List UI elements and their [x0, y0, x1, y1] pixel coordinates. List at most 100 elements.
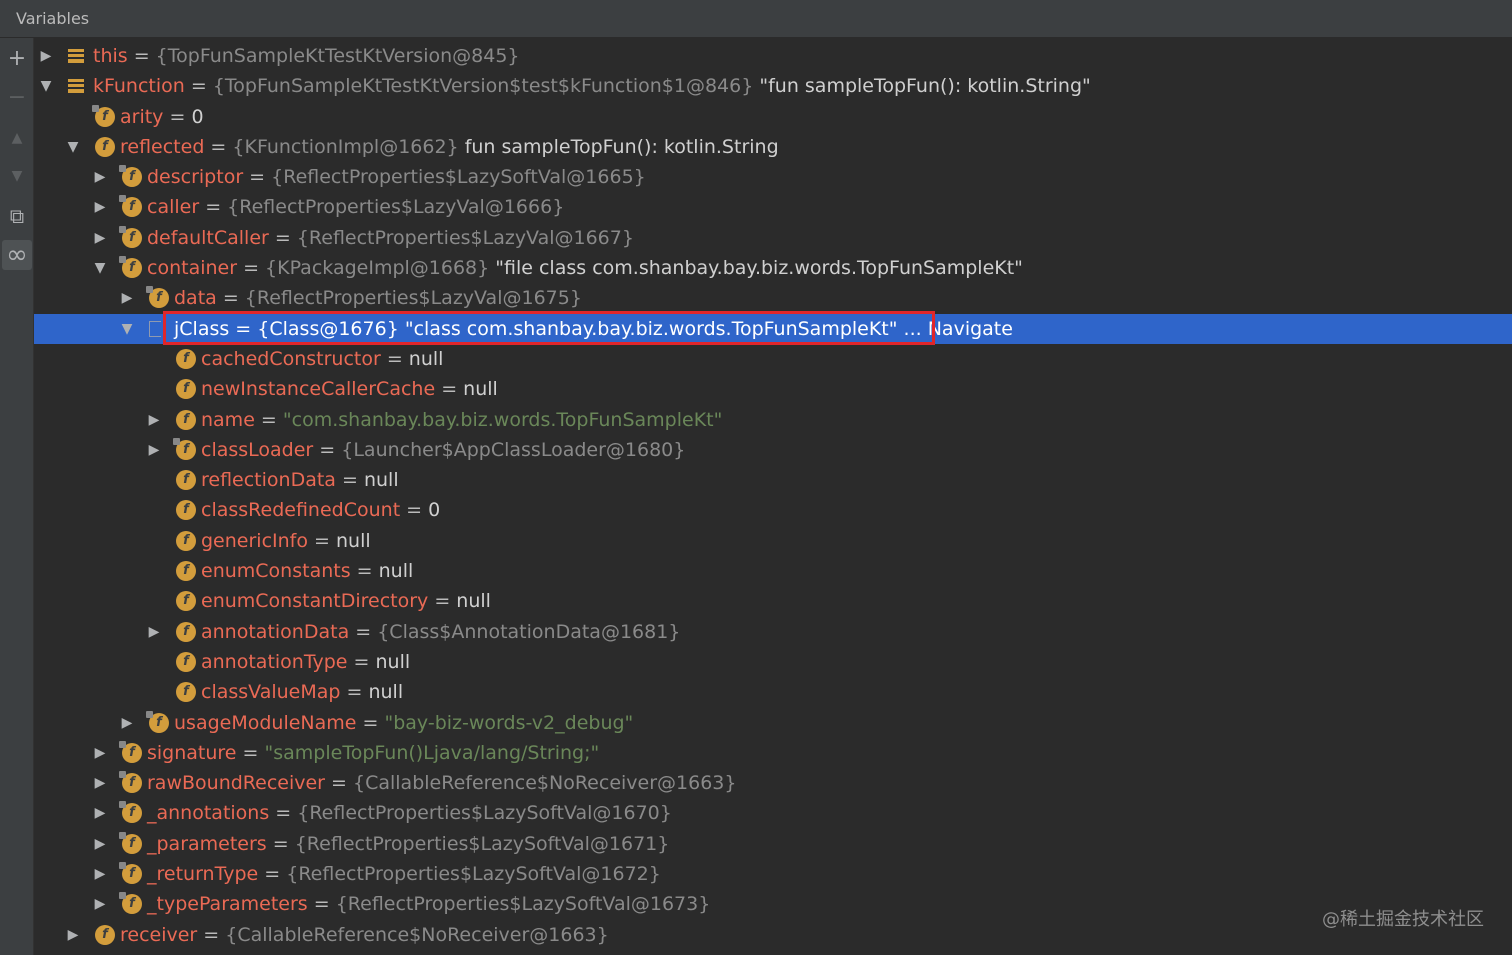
variable-to-string: "fun sampleTopFun(): kotlin.String"	[753, 75, 1091, 98]
equals-sign: =	[347, 650, 376, 673]
tree-row-label: reflected = {KFunctionImpl@1662} fun sam…	[120, 132, 779, 162]
tree-row-caller[interactable]: ▶ f caller = {ReflectProperties$LazyVal@16…	[34, 192, 1512, 222]
variable-name: reflectionData	[201, 469, 336, 492]
arrow-up-icon[interactable]: ▲	[2, 123, 32, 153]
equals-sign: =	[400, 499, 429, 522]
tree-row-signature[interactable]: ▶ f signature = "sampleTopFun()Ljava/lang/…	[34, 738, 1512, 768]
collapsed-arrow-icon[interactable]: ▶	[92, 162, 108, 192]
tree-row-reflectionData[interactable]: f reflectionData = null	[34, 465, 1512, 495]
tree-row-label: cachedConstructor = null	[201, 344, 443, 374]
tree-row-rawBoundReceiver[interactable]: ▶ f rawBoundReceiver = {CallableReference$…	[34, 768, 1512, 798]
field-icon: f	[173, 437, 196, 460]
variable-value: {ReflectProperties$LazySoftVal@1670}	[297, 802, 672, 825]
equals-sign: =	[184, 75, 213, 98]
tree-row-enumConstants[interactable]: f enumConstants = null	[34, 556, 1512, 586]
tree-row-receiver[interactable]: ▶ f receiver = {CallableReference$NoReceiv…	[34, 920, 1512, 950]
tree-row-enumConstantDirectory[interactable]: f enumConstantDirectory = null	[34, 586, 1512, 616]
variable-name: _parameters	[147, 832, 267, 855]
tree-row-defaultCaller[interactable]: ▶ f defaultCaller = {ReflectProperties$Laz…	[34, 223, 1512, 253]
variable-name: container	[147, 257, 238, 280]
collapsed-arrow-icon[interactable]: ▶	[146, 435, 162, 465]
variable-value: {TopFunSampleKtTestKtVersion@845}	[155, 45, 520, 67]
variable-name: enumConstantDirectory	[201, 590, 429, 613]
tree-row-container[interactable]: ▼ f container = {KPackageImpl@1668} "file …	[34, 253, 1512, 283]
tree-row-label: genericInfo = null	[201, 526, 371, 556]
tree-row-parameters[interactable]: ▶ f _parameters = {ReflectProperties$LazyS…	[34, 829, 1512, 859]
tree-row-kFunction[interactable]: ▼ kFunction = {TopFunSampleKtTestKtVersio…	[34, 71, 1512, 101]
field-icon: f	[95, 136, 115, 157]
field-icon: f	[176, 621, 196, 642]
tree-row-newInstanceCallerCache[interactable]: f newInstanceCallerCache = null	[34, 374, 1512, 404]
expanded-arrow-icon[interactable]: ▼	[119, 314, 135, 344]
field-icon: f	[119, 801, 142, 824]
variables-panel-header: Variables	[0, 0, 1512, 38]
minus-icon[interactable]: −	[2, 83, 32, 113]
arrow-down-icon[interactable]: ▼	[2, 161, 32, 191]
collapsed-arrow-icon[interactable]: ▶	[92, 889, 108, 919]
variable-value: null	[463, 378, 498, 401]
field-icon: f	[176, 591, 196, 612]
variable-value: "sampleTopFun()Ljava/lang/String;"	[264, 741, 600, 764]
collapsed-arrow-icon[interactable]: ▶	[119, 708, 135, 738]
field-icon: f	[176, 379, 196, 400]
tree-row-data[interactable]: ▶ f data = {ReflectProperties$LazyVal@1675…	[34, 283, 1512, 313]
equals-sign: =	[254, 408, 283, 431]
tree-row-annotationData[interactable]: ▶ f annotationData = {Class$AnnotationData…	[34, 617, 1512, 647]
glasses-icon[interactable]: ∞	[2, 240, 32, 270]
tree-row-descriptor[interactable]: ▶ f descriptor = {ReflectProperties$LazySo…	[34, 162, 1512, 192]
tree-row-this[interactable]: ▶ this = {TopFunSampleKtTestKtVersion@845…	[34, 41, 1512, 71]
collapsed-arrow-icon[interactable]: ▶	[38, 41, 54, 71]
equals-sign: =	[435, 378, 464, 401]
variable-value: {TopFunSampleKtTestKtVersion$test$kFunct…	[212, 75, 754, 98]
field-icon: f	[176, 470, 196, 491]
tree-row-reflected[interactable]: ▼ f reflected = {KFunctionImpl@1662} fun s…	[34, 132, 1512, 162]
tree-row-arity[interactable]: f arity = 0	[34, 102, 1512, 132]
tree-row-returnType[interactable]: ▶ f _returnType = {ReflectProperties$LazyS…	[34, 859, 1512, 889]
tree-row-name[interactable]: ▶ f name = "com.shanbay.bay.biz.words.TopF…	[34, 405, 1512, 435]
tree-row-cachedConstructor[interactable]: f cachedConstructor = null	[34, 344, 1512, 374]
expanded-arrow-icon[interactable]: ▼	[92, 253, 108, 283]
collapsed-arrow-icon[interactable]: ▶	[92, 798, 108, 828]
copy-icon[interactable]: ⧉	[2, 201, 32, 231]
collapsed-arrow-icon[interactable]: ▶	[119, 283, 135, 313]
collapsed-arrow-icon[interactable]: ▶	[92, 192, 108, 222]
variable-icon	[68, 49, 84, 63]
variable-name: arity	[120, 105, 164, 128]
tree-row-classLoader[interactable]: ▶ f classLoader = {Launcher$AppClassLoader…	[34, 435, 1512, 465]
expanded-arrow-icon[interactable]: ▼	[38, 71, 54, 101]
expanded-arrow-icon[interactable]: ▼	[65, 132, 81, 162]
variable-name: cachedConstructor	[201, 347, 381, 370]
variable-value: {ReflectProperties$LazySoftVal@1671}	[294, 832, 670, 855]
variable-value: null	[368, 681, 404, 704]
collapsed-arrow-icon[interactable]: ▶	[92, 829, 108, 859]
tree-row-usageModuleName[interactable]: ▶ f usageModuleName = "bay-biz-words-v2_de…	[34, 708, 1512, 738]
collapsed-arrow-icon[interactable]: ▶	[92, 859, 108, 889]
tree-row-label: annotationType = null	[201, 647, 410, 677]
variable-name: name	[201, 408, 255, 431]
navigate-link[interactable]: ... Navigate	[898, 318, 1013, 340]
tree-row-annotationType[interactable]: f annotationType = null	[34, 647, 1512, 677]
collapsed-arrow-icon[interactable]: ▶	[92, 223, 108, 253]
field-icon: f	[92, 104, 115, 127]
tree-row-genericInfo[interactable]: f genericInfo = null	[34, 526, 1512, 556]
tree-row-classValueMap[interactable]: f classValueMap = null	[34, 677, 1512, 707]
collapsed-arrow-icon[interactable]: ▶	[146, 405, 162, 435]
field-icon: f	[176, 682, 196, 703]
variable-to-string: "file class com.shanbay.bay.biz.words.To…	[489, 257, 1023, 280]
add-icon[interactable]: +	[2, 44, 32, 74]
collapsed-arrow-icon[interactable]: ▶	[92, 738, 108, 768]
tree-row-label: container = {KPackageImpl@1668} "file cl…	[147, 253, 1023, 283]
field-icon: f	[119, 740, 142, 763]
tree-row-classRedefinedCount[interactable]: f classRedefinedCount = 0	[34, 495, 1512, 525]
field-icon: f	[119, 256, 142, 279]
tree-row-jClass[interactable]: ▼ jClass = {Class@1676} "class com.shanba…	[34, 310, 1512, 345]
tree-row-label: kFunction = {TopFunSampleKtTestKtVersion…	[93, 71, 1091, 101]
tree-row-typeParameters[interactable]: ▶ f _typeParameters = {ReflectProperties$L…	[34, 889, 1512, 919]
equals-sign: =	[380, 347, 409, 370]
collapsed-arrow-icon[interactable]: ▶	[65, 920, 81, 950]
collapsed-arrow-icon[interactable]: ▶	[146, 617, 162, 647]
tree-row-annotations[interactable]: ▶ f _annotations = {ReflectProperties$Lazy…	[34, 798, 1512, 828]
variable-value: {CallableReference$NoReceiver@1663}	[225, 923, 609, 946]
variable-value: {CallableReference$NoReceiver@1663}	[353, 772, 737, 795]
collapsed-arrow-icon[interactable]: ▶	[92, 768, 108, 798]
